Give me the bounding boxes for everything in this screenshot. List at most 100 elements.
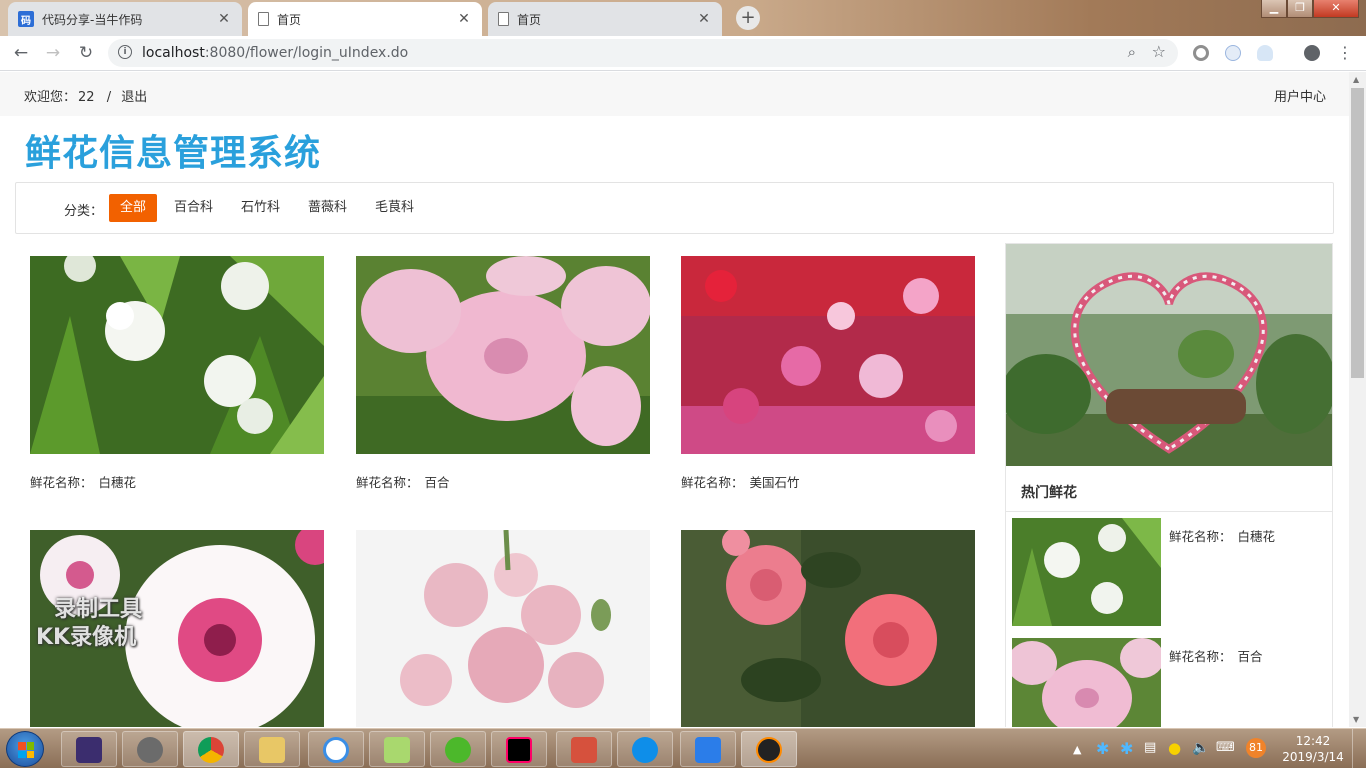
minimize-window-button[interactable]: ▁	[1261, 0, 1287, 18]
separator: /	[106, 90, 112, 105]
maximize-window-button[interactable]: ❐	[1287, 0, 1313, 18]
windows-logo-icon	[18, 742, 34, 758]
recorder-watermark: 录制工具 KK录像机	[36, 597, 143, 650]
flower-name: 白穗花	[98, 475, 137, 490]
browser-menu-icon[interactable]: ⋮	[1332, 40, 1358, 66]
category-caryophyllaceae[interactable]: 石竹科	[230, 194, 291, 222]
extension-cloud-icon[interactable]	[1257, 45, 1273, 61]
taskbar-green-app[interactable]	[430, 731, 486, 767]
flower-caption: 鲜花名称： 百合	[356, 475, 450, 490]
flower-card[interactable]: 鲜花名称： 白穗花	[30, 256, 324, 491]
address-bar[interactable]: i localhost:8080/flower/login_uIndex.do …	[108, 39, 1178, 67]
tray-plugin-icon[interactable]: ●	[1168, 739, 1181, 757]
green-app-icon	[445, 737, 471, 763]
taskbar-paint-tool[interactable]	[556, 731, 612, 767]
logout-link[interactable]: 退出	[121, 90, 147, 105]
profile-avatar-icon[interactable]	[1304, 45, 1320, 61]
back-arrow-icon[interactable]: ←	[8, 40, 34, 66]
windows-taskbar: ▲ ✱ ✱ ▤ ● 🔈 ⌨ 81 12:42 2019/3/14	[0, 728, 1366, 768]
hot-flower-name: 百合	[1237, 649, 1263, 664]
tab-home[interactable]: 首页 ✕	[488, 2, 722, 36]
site-info-icon[interactable]: i	[118, 45, 132, 59]
taskbar-teamviewer[interactable]	[617, 731, 673, 767]
flower-image-lily[interactable]	[356, 256, 650, 454]
category-ranunculaceae[interactable]: 毛茛科	[364, 194, 425, 222]
category-all[interactable]: 全部	[109, 194, 158, 222]
banner-image-heart-arch[interactable]	[1006, 244, 1332, 466]
tray-star-icon[interactable]: ✱	[1096, 739, 1109, 758]
taskbar-kk-recorder[interactable]	[741, 731, 797, 767]
flower-caption: 鲜花名称： 美国石竹	[681, 475, 800, 490]
document-icon	[258, 12, 269, 26]
taskbar-notepad-plus[interactable]	[369, 731, 425, 767]
extension-circle-icon[interactable]	[1193, 45, 1209, 61]
category-rosaceae[interactable]: 蔷薇科	[297, 194, 358, 222]
tray-expand-icon[interactable]: ▲	[1073, 743, 1081, 756]
user-center-link[interactable]: 用户中心	[1274, 86, 1326, 105]
document-icon	[498, 12, 509, 26]
kk-recorder-icon	[756, 737, 782, 763]
taskbar-file-explorer[interactable]	[244, 731, 300, 767]
tray-network-icon[interactable]: ▤	[1144, 740, 1156, 755]
category-liliaceae[interactable]: 百合科	[163, 194, 224, 222]
bookmark-star-icon[interactable]: ☆	[1152, 42, 1166, 61]
close-tab-icon[interactable]: ✕	[696, 11, 712, 27]
close-tab-icon[interactable]: ✕	[216, 11, 232, 27]
taskbar-chrome[interactable]	[183, 731, 239, 767]
close-window-button[interactable]: ✕	[1313, 0, 1359, 18]
hot-flower-thumbnail[interactable]	[1012, 518, 1161, 626]
show-desktop-button[interactable]	[1352, 729, 1366, 768]
taskbar-java-ee-ide[interactable]	[61, 731, 117, 767]
scroll-down-arrow-icon[interactable]: ▼	[1353, 715, 1359, 724]
url-text[interactable]: localhost:8080/flower/login_uIndex.do	[142, 45, 408, 61]
start-button[interactable]	[6, 731, 44, 767]
tray-volume-icon[interactable]: 🔈	[1192, 740, 1209, 756]
extension-translate-icon[interactable]	[1225, 45, 1241, 61]
flower-caption: 鲜花名称： 白穗花	[30, 475, 137, 490]
hot-flower-thumbnail[interactable]	[1012, 638, 1161, 727]
category-label: 分类：	[64, 204, 104, 219]
flower-image-carnation[interactable]	[356, 530, 650, 727]
chrome-icon	[198, 737, 224, 763]
flower-image-dianthus[interactable]	[681, 256, 975, 454]
flower-image-white-spike[interactable]	[30, 256, 324, 454]
intellij-idea-icon	[506, 737, 532, 763]
paint-tool-icon	[571, 737, 597, 763]
flower-image-rose[interactable]	[681, 530, 975, 727]
tray-input-icon[interactable]: ⌨	[1216, 740, 1235, 755]
new-tab-button[interactable]: +	[736, 6, 760, 30]
system-clock[interactable]: 12:42 2019/3/14	[1282, 733, 1344, 765]
hot-flower-name: 白穗花	[1237, 529, 1276, 544]
hot-flower-item[interactable]: 鲜花名称： 白穗花	[1012, 518, 1330, 626]
scrollbar-thumb[interactable]	[1351, 88, 1364, 378]
page-scrollbar[interactable]: ▲ ▼	[1349, 72, 1366, 727]
folder-icon	[259, 737, 285, 763]
site-title: 鲜花信息管理系统	[25, 133, 322, 174]
flower-name: 美国石竹	[749, 475, 800, 490]
taskbar-wps[interactable]	[680, 731, 736, 767]
hot-flower-item[interactable]: 鲜花名称： 百合	[1012, 638, 1330, 727]
zoom-icon[interactable]: ⌕	[1128, 43, 1136, 61]
tray-star2-icon[interactable]: ✱	[1120, 739, 1133, 758]
browser-tab-strip: 码 代码分享-当牛作码 ✕ 首页 ✕ 首页 ✕ + ▁ ❐ ✕	[0, 0, 1366, 36]
flower-card[interactable]: 鲜花名称：	[356, 530, 650, 727]
scroll-up-arrow-icon[interactable]: ▲	[1353, 75, 1359, 84]
flower-card[interactable]: 鲜花名称： 美国石竹	[681, 256, 975, 491]
flower-card[interactable]: 鲜花名称：	[681, 530, 975, 727]
forward-arrow-icon[interactable]: →	[40, 40, 66, 66]
flower-name: 百合	[424, 475, 450, 490]
tab-home-active[interactable]: 首页 ✕	[248, 2, 482, 36]
wps-icon	[695, 737, 721, 763]
welcome-prefix: 欢迎您：	[24, 90, 77, 105]
tab-title: 代码分享-当牛作码	[42, 12, 143, 27]
hot-flower-caption: 鲜花名称： 百合	[1169, 649, 1263, 664]
taskbar-baidu-netdisk[interactable]	[308, 731, 364, 767]
close-tab-icon[interactable]: ✕	[456, 11, 472, 27]
taskbar-intellij-idea[interactable]	[491, 731, 547, 767]
tray-badge[interactable]: 81	[1246, 738, 1266, 758]
flower-card[interactable]: 鲜花名称： 百合	[356, 256, 650, 491]
reload-icon[interactable]: ↻	[73, 40, 99, 66]
taskbar-media-player[interactable]	[122, 731, 178, 767]
username: 22	[78, 90, 95, 105]
tab-code-share[interactable]: 码 代码分享-当牛作码 ✕	[8, 2, 242, 36]
